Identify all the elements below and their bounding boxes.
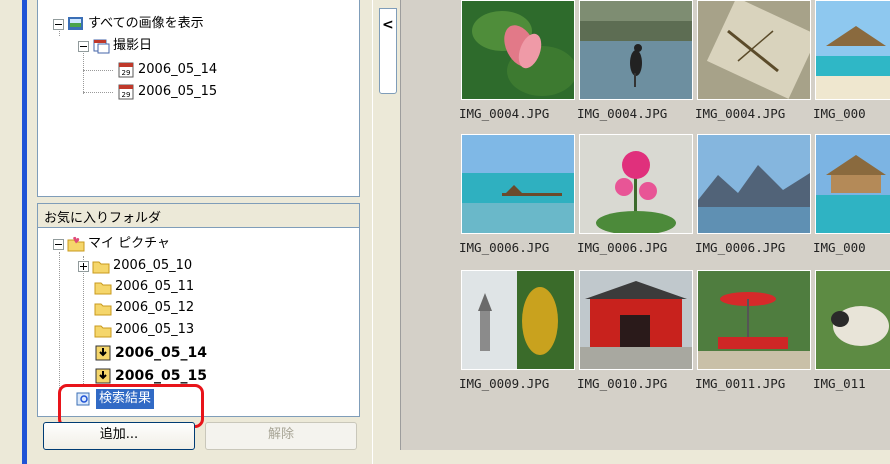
collapse-panel-button[interactable]: < — [379, 8, 397, 94]
thumbnail-caption: IMG_0006.JPG — [695, 240, 786, 255]
tree-node-date-group[interactable]: 撮影日 — [78, 36, 152, 56]
folder-icon — [94, 282, 112, 295]
import-folder-icon — [95, 345, 111, 361]
thumbnail-caption: IMG_0004.JPG — [459, 106, 550, 121]
tree-node-date[interactable]: 29 2006_05_15 — [114, 82, 217, 102]
sea-pier-photo — [462, 135, 574, 233]
thumbnail[interactable] — [579, 0, 693, 100]
folder-item-bold[interactable]: 2006_05_15 — [91, 366, 207, 386]
remove-button[interactable]: 解除 — [205, 422, 357, 450]
collapse-toggle[interactable] — [53, 238, 64, 250]
folder-icon — [92, 261, 110, 274]
thumbnail-caption: IMG_000 — [813, 240, 866, 255]
folder-icon — [94, 303, 112, 316]
calendar-group-icon — [93, 39, 110, 54]
folder-icon — [94, 325, 112, 338]
thumbnail[interactable] — [815, 0, 890, 100]
thumbnail-caption: IMG_000 — [813, 106, 866, 121]
thumbnail-caption: IMG_0011.JPG — [695, 376, 786, 391]
thumbnail[interactable] — [697, 270, 811, 370]
calendar-icon: 29 — [118, 62, 134, 78]
my-pictures-folder-icon — [67, 236, 85, 252]
dragonfly-photo — [698, 1, 810, 99]
thumbnail-caption: IMG_0004.JPG — [695, 106, 786, 121]
folder-item[interactable]: 2006_05_11 — [91, 277, 194, 297]
thumbnail-caption: IMG_0004.JPG — [577, 106, 668, 121]
window-left-edge — [0, 0, 22, 464]
calendar-icon: 29 — [118, 84, 134, 100]
water-bungalow-photo — [816, 135, 890, 233]
shrine-gate-photo — [580, 271, 692, 369]
thumbnail-caption: IMG_0006.JPG — [459, 240, 550, 255]
thumbnail[interactable] — [697, 0, 811, 100]
thumbnail-caption: IMG_0006.JPG — [577, 240, 668, 255]
collapse-toggle[interactable] — [78, 40, 89, 52]
folder-item-bold[interactable]: 2006_05_14 — [91, 343, 207, 363]
folder-item[interactable]: 2006_05_13 — [91, 320, 194, 340]
pane-divider — [372, 0, 373, 464]
thumbnail[interactable] — [815, 270, 890, 370]
tree-node-all-images[interactable]: すべての画像を表示 — [53, 14, 204, 34]
image-library-icon — [68, 17, 83, 30]
thumbnail-grid: IMG_0004.JPG IMG_0004.JPG IMG_0004.JPG I… — [400, 0, 890, 450]
thumbnail-caption: IMG_0010.JPG — [577, 376, 668, 391]
tea-garden-photo — [698, 271, 810, 369]
thumbnail[interactable] — [461, 0, 575, 100]
thumbnail[interactable] — [815, 134, 890, 234]
folder-item[interactable]: 2006_05_10 — [78, 256, 192, 276]
thumbnail[interactable] — [579, 134, 693, 234]
tree-connector — [83, 70, 113, 71]
chevron-left-icon: < — [382, 17, 394, 33]
tree-connector — [83, 92, 113, 93]
folder-item[interactable]: 2006_05_12 — [91, 298, 194, 318]
import-folder-icon — [95, 368, 111, 384]
collapse-toggle[interactable] — [53, 18, 64, 30]
expand-toggle[interactable] — [78, 260, 89, 272]
thumbnail[interactable] — [697, 134, 811, 234]
add-button[interactable]: 追加... — [43, 422, 195, 450]
tree-node-date[interactable]: 29 2006_05_14 — [114, 60, 217, 80]
sheep-photo — [816, 271, 890, 369]
heron-photo — [580, 1, 692, 99]
flower-photo — [462, 1, 574, 99]
favorites-header: お気に入りフォルダ — [37, 203, 360, 228]
thumbnail[interactable] — [579, 270, 693, 370]
thumbnail-caption: IMG_011 — [813, 376, 866, 391]
window-frame-accent — [22, 0, 27, 464]
castle-garden-photo — [462, 271, 574, 369]
beach-hut-photo — [816, 1, 890, 99]
date-tree-panel: すべての画像を表示 撮影日 29 2006_05_14 29 2006_05_1… — [37, 0, 360, 197]
mountains-photo — [698, 135, 810, 233]
svg-text:29: 29 — [122, 91, 131, 99]
thumbnail[interactable] — [461, 134, 575, 234]
pink-flowers-photo — [580, 135, 692, 233]
svg-text:29: 29 — [122, 69, 131, 77]
tree-node-my-pictures[interactable]: マイ ピクチャ — [53, 234, 170, 254]
thumbnail[interactable] — [461, 270, 575, 370]
thumbnail-caption: IMG_0009.JPG — [459, 376, 550, 391]
